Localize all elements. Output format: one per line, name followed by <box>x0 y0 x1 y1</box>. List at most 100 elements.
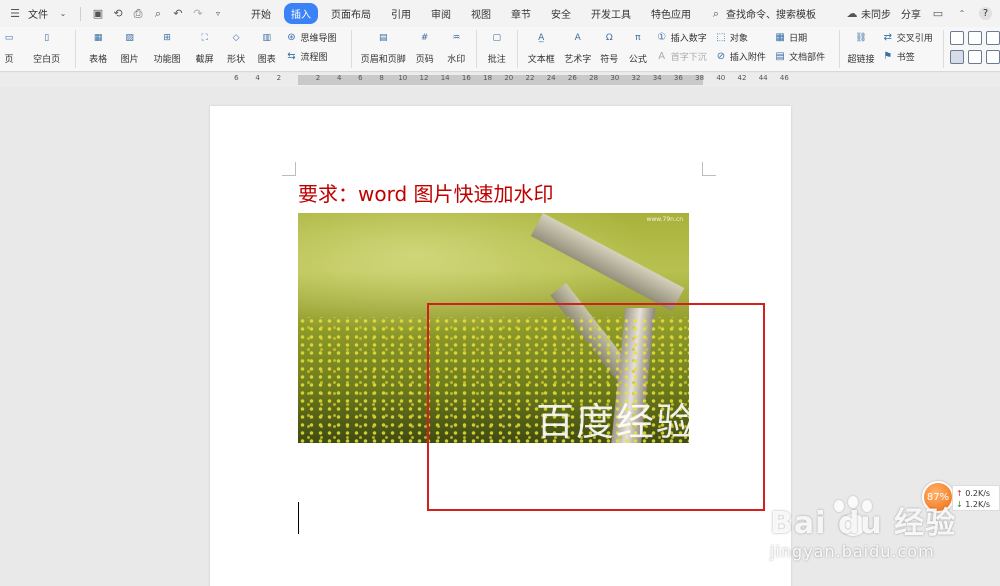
save-icon[interactable]: ▣ <box>91 7 105 21</box>
ruler-number: 14 <box>440 74 450 82</box>
view-layout-icon[interactable] <box>949 31 964 45</box>
chart-button[interactable]: ▥ 图表 <box>252 27 282 71</box>
header-footer-label: 页眉和页脚 <box>360 55 406 65</box>
function-chart-label: 功能图 <box>153 55 181 65</box>
insert-number-button[interactable]: ① 插入数字 <box>656 31 711 44</box>
textbox-label: 文本框 <box>527 55 555 65</box>
page-button[interactable]: ▭ 页 <box>0 27 18 71</box>
flowchart-label: 流程图 <box>300 53 328 63</box>
ruler-track: 6 4 2 2 4 6 8 10 12 14 16 18 20 22 24 26 28 30 32 34 36 38 40 4… <box>230 74 789 86</box>
tab-view[interactable]: 视图 <box>461 3 501 24</box>
object-icon: ⬚ <box>716 32 726 43</box>
mindmap-icon: ⊛ <box>287 32 296 43</box>
divider <box>75 30 77 68</box>
ribbon-insert: ▭ 页 ▯ 空白页 ▦ 表格 ▨ 图片 ⊞ 功能图 ⛶ 截屏 ◇ 形状 ▥ 图表… <box>0 27 1000 72</box>
mindmap-button[interactable]: ⊛ 思维导图 <box>286 31 345 44</box>
screenshot-label: 截屏 <box>195 55 214 65</box>
date-label: 日期 <box>789 34 808 44</box>
chevron-down-icon[interactable]: ⌄ <box>56 7 70 21</box>
sync-status[interactable]: ☁ 未同步 <box>845 6 892 21</box>
symbol-button[interactable]: Ω 符号 <box>595 27 625 71</box>
bookmark-button[interactable]: ⚑ 书签 <box>882 50 939 63</box>
document-title[interactable]: 要求：word 图片快速加水印 <box>298 178 554 207</box>
reference-group: ⇄ 交叉引用 ⚑ 书签 <box>882 27 939 63</box>
tab-security[interactable]: 安全 <box>541 3 581 24</box>
textbox-button[interactable]: A̲ 文本框 <box>522 27 561 71</box>
comment-icon: ▢ <box>492 33 502 43</box>
hyperlink-button[interactable]: ⛓ 超链接 <box>844 27 878 71</box>
tab-page-layout[interactable]: 页面布局 <box>321 3 381 24</box>
comment-button[interactable]: ▢ 批注 <box>481 27 513 71</box>
wordart-button[interactable]: A 艺术字 <box>561 27 595 71</box>
ruler-number: 38 <box>695 74 705 82</box>
object-button[interactable]: ⬚ 对象 <box>715 31 772 44</box>
horizontal-ruler[interactable]: 6 4 2 2 4 6 8 10 12 14 16 18 20 22 24 26 28 30 32 34 36 38 40 4… <box>0 73 1000 87</box>
insert-misc-group-1: ① 插入数字 A 首字下沉 <box>656 27 711 63</box>
cloud-icon: ☁ <box>846 7 858 20</box>
view-check-icon[interactable] <box>967 31 982 45</box>
page-label: 页 <box>4 55 14 65</box>
help-button[interactable]: ? <box>979 7 992 20</box>
tab-developer[interactable]: 开发工具 <box>581 3 641 24</box>
ruler-number: 36 <box>673 74 683 82</box>
ruler-number: 24 <box>546 74 556 82</box>
insert-attachment-button[interactable]: ⊘ 插入附件 <box>715 50 772 63</box>
print-preview-icon[interactable]: ⌕ <box>151 7 165 21</box>
picture-button[interactable]: ▨ 图片 <box>114 27 146 71</box>
tab-review[interactable]: 审阅 <box>421 3 461 24</box>
formula-label: 公式 <box>628 55 647 65</box>
ruler-number: 28 <box>589 74 599 82</box>
skin-icon[interactable]: ▭ <box>931 7 945 21</box>
tab-chapter[interactable]: 章节 <box>501 3 541 24</box>
page-number-label: 页码 <box>415 55 434 65</box>
view-outline-icon[interactable] <box>985 50 1000 64</box>
redo-icon[interactable]: ↷ <box>191 7 205 21</box>
undo-icon[interactable]: ↶ <box>171 7 185 21</box>
date-button[interactable]: ▦ 日期 <box>774 31 835 44</box>
tab-references[interactable]: 引用 <box>381 3 421 24</box>
drop-cap-button[interactable]: A 首字下沉 <box>656 50 711 63</box>
divider <box>942 30 944 68</box>
ruler-number: 20 <box>504 74 514 82</box>
ruler-number: 12 <box>419 74 429 82</box>
hyperlink-label: 超链接 <box>847 55 875 65</box>
insert-number-label: 插入数字 <box>670 34 707 44</box>
network-speed-widget[interactable]: 87% ↑ 0.2K/s ↓ 1.2K/s <box>922 481 1000 513</box>
formula-button[interactable]: π 公式 <box>624 27 652 71</box>
menu-icon[interactable]: ☰ <box>8 7 22 21</box>
customize-toolbar-icon[interactable]: ▿ <box>211 7 225 21</box>
screenshot-button[interactable]: ⛶ 截屏 <box>189 27 221 71</box>
view-web-icon[interactable] <box>967 50 982 64</box>
table-button[interactable]: ▦ 表格 <box>82 27 114 71</box>
ruler-number: 2 <box>315 74 321 82</box>
view-page-icon[interactable] <box>949 50 964 64</box>
speed-percent-badge[interactable]: 87% <box>922 481 954 513</box>
command-search[interactable]: ⌕ 查找命令、搜索模板 <box>709 6 816 22</box>
print-icon[interactable]: ⎙ <box>131 7 145 21</box>
flowchart-button[interactable]: ⇆ 流程图 <box>286 50 345 63</box>
minimize-ribbon-icon[interactable]: ⌃ <box>955 7 969 21</box>
tab-special-apps[interactable]: 特色应用 <box>641 3 701 24</box>
table-label: 表格 <box>89 55 108 65</box>
cross-ref-button[interactable]: ⇄ 交叉引用 <box>882 31 939 44</box>
shape-button[interactable]: ◇ 形状 <box>220 27 252 71</box>
format-painter-icon[interactable]: ⟲ <box>111 7 125 21</box>
doc-parts-button[interactable]: ▤ 文档部件 <box>774 50 835 63</box>
tab-insert[interactable]: 插入 <box>284 3 318 24</box>
document-page[interactable]: 要求：word 图片快速加水印 www.79n.cn 百度经验 <box>210 106 791 586</box>
flowchart-icon: ⇆ <box>287 51 296 62</box>
file-menu[interactable]: 文件 <box>28 6 48 21</box>
divider <box>516 30 518 68</box>
page-number-button[interactable]: # 页码 <box>409 27 441 71</box>
watermark-button[interactable]: ♒ 水印 <box>440 27 472 71</box>
blank-page-button[interactable]: ▯ 空白页 <box>24 27 69 71</box>
function-chart-button[interactable]: ⊞ 功能图 <box>145 27 188 71</box>
header-footer-button[interactable]: ▤ 页眉和页脚 <box>358 27 409 71</box>
share-button[interactable]: 分享 <box>901 6 921 21</box>
tab-home[interactable]: 开始 <box>241 3 281 24</box>
upload-speed: ↑ 0.2K/s <box>956 488 996 499</box>
view-grid-icon[interactable] <box>985 31 1000 45</box>
divider <box>350 30 352 68</box>
page-number-icon: # <box>420 33 429 43</box>
picture-label: 图片 <box>120 55 139 65</box>
